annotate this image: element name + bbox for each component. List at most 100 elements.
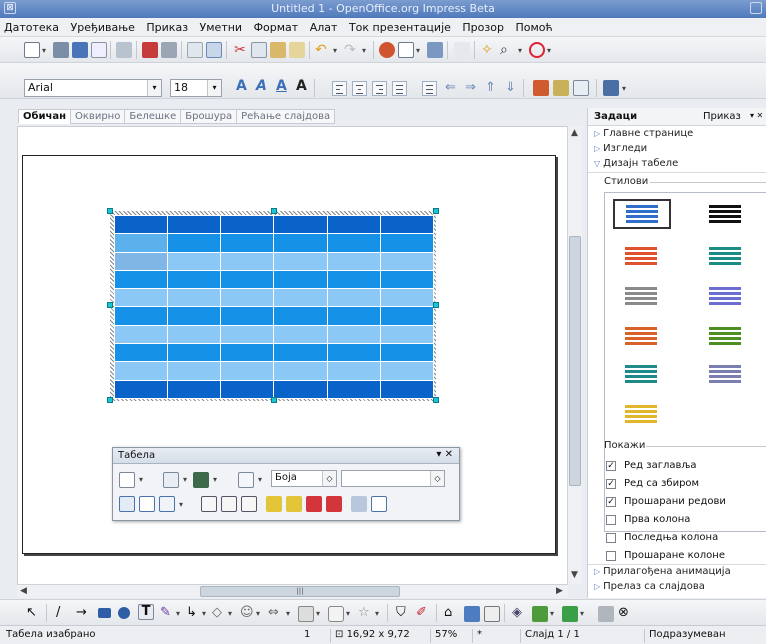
table-total-row[interactable]: [113, 379, 435, 400]
area-icon[interactable]: [603, 80, 619, 96]
stepper-icon[interactable]: ◇: [430, 471, 444, 486]
symbol-shapes-dropdown-icon[interactable]: ▾: [256, 609, 260, 618]
autospellcheck-icon[interactable]: [206, 42, 222, 58]
table-row[interactable]: [113, 288, 435, 308]
shadow-text-icon[interactable]: A: [236, 78, 247, 94]
vertical-scrollbar[interactable]: ▲ ▼: [567, 126, 582, 584]
arrow-up-icon[interactable]: ⇑: [485, 80, 496, 95]
basic-shapes-icon[interactable]: ◇: [212, 605, 222, 620]
resize-handle[interactable]: [271, 397, 277, 403]
menu-window[interactable]: Прозор: [458, 18, 508, 34]
section-table-design[interactable]: ▽ Дизајн табеле: [594, 158, 678, 169]
horizontal-scrollbar[interactable]: ◀ ||| ▶: [17, 584, 568, 598]
table-properties-icon[interactable]: [371, 496, 387, 512]
tab-normal[interactable]: Обичан: [18, 109, 72, 124]
flowchart-dropdown-icon[interactable]: ▾: [316, 609, 320, 618]
font-name-box[interactable]: Arial ▾: [24, 79, 162, 97]
table-row[interactable]: [113, 343, 435, 363]
checkbox-header-row[interactable]: ✓: [606, 461, 616, 471]
chevron-down-icon[interactable]: ▾: [207, 80, 221, 96]
chevron-down-icon[interactable]: ▾: [147, 80, 161, 96]
checkbox-banded-columns[interactable]: [606, 551, 616, 561]
clone-formatting-icon[interactable]: [289, 42, 305, 58]
table-dropdown-icon[interactable]: ▾: [416, 46, 420, 55]
shadow-icon[interactable]: [598, 606, 614, 622]
font-size-box[interactable]: 18 ▾: [170, 79, 222, 97]
chart-icon[interactable]: [379, 42, 395, 58]
new-dropdown-icon[interactable]: ▾: [42, 46, 46, 55]
fontwork-icon[interactable]: ⌂: [444, 605, 452, 620]
table-style-3[interactable]: [613, 243, 671, 273]
menu-edit[interactable]: Уређивање: [67, 18, 139, 34]
line-icon[interactable]: /: [56, 605, 60, 620]
connector-dropdown-icon[interactable]: ▾: [202, 609, 206, 618]
table-design-icon[interactable]: [351, 496, 367, 512]
checkbox-total-row[interactable]: ✓: [606, 479, 616, 489]
resize-handle[interactable]: [433, 397, 439, 403]
open-icon[interactable]: [53, 42, 69, 58]
table-insert-icon[interactable]: [119, 472, 135, 488]
section-slide-transition[interactable]: ▷ Прелаз са слајдова: [594, 581, 705, 592]
table-insert-dropdown-icon[interactable]: ▾: [139, 475, 143, 484]
menu-slideshow[interactable]: Ток презентације: [345, 18, 455, 34]
table-row[interactable]: [113, 269, 435, 290]
help-dropdown-icon[interactable]: ▾: [547, 46, 551, 55]
resize-handle[interactable]: [433, 208, 439, 214]
callouts-icon[interactable]: [328, 606, 344, 622]
tab-outline[interactable]: Оквирно: [70, 109, 126, 124]
underline-text-icon[interactable]: A: [276, 78, 287, 94]
glue-points-icon[interactable]: ✐: [416, 605, 427, 620]
vertical-scroll-thumb[interactable]: [569, 236, 581, 486]
menu-tools[interactable]: Алат: [306, 18, 342, 34]
help-icon[interactable]: [529, 42, 545, 58]
table-row[interactable]: [113, 251, 435, 271]
tab-handout[interactable]: Брошура: [180, 109, 238, 124]
print-icon[interactable]: [161, 42, 177, 58]
table-style-10[interactable]: [697, 361, 755, 391]
table-row[interactable]: [113, 233, 435, 253]
delete-row-icon[interactable]: [306, 496, 322, 512]
alignment-icon[interactable]: [532, 606, 548, 622]
merge-cells-icon[interactable]: [119, 496, 135, 512]
email-icon[interactable]: [91, 42, 107, 58]
table-style-4[interactable]: [697, 243, 755, 273]
table-style-6[interactable]: [697, 283, 755, 313]
optimize-icon[interactable]: [159, 496, 175, 512]
checkbox-first-column[interactable]: [606, 515, 616, 525]
window-control-icon[interactable]: [750, 2, 762, 14]
horizontal-scroll-thumb[interactable]: |||: [200, 586, 400, 597]
menu-file[interactable]: Датотека: [0, 18, 63, 34]
gallery-icon[interactable]: [484, 606, 500, 622]
table-row[interactable]: [113, 361, 435, 381]
arrow-down-icon[interactable]: ⇓: [505, 80, 516, 95]
table-row[interactable]: [113, 306, 435, 326]
cut-icon[interactable]: ✂: [232, 42, 248, 58]
rotate-icon[interactable]: ◈: [512, 605, 522, 620]
task-panel-view-dropdown-icon[interactable]: ▾ ✕: [750, 111, 763, 120]
status-zoom[interactable]: 57%: [430, 629, 468, 643]
area-style-select[interactable]: Боја ◇: [271, 470, 337, 487]
flowchart-icon[interactable]: [298, 606, 314, 622]
export-pdf-icon[interactable]: [142, 42, 158, 58]
character-icon[interactable]: [533, 80, 549, 96]
delete-column-icon[interactable]: [326, 496, 342, 512]
menu-insert[interactable]: Уметни: [196, 18, 247, 34]
menu-view[interactable]: Приказ: [142, 18, 192, 34]
arrow-left-icon[interactable]: ⇐: [445, 80, 456, 95]
bullets-icon[interactable]: [422, 81, 437, 96]
table-style-5[interactable]: [613, 283, 671, 313]
table-style-9[interactable]: [613, 361, 671, 391]
align-bottom-icon[interactable]: [241, 496, 257, 512]
table-style-2[interactable]: [697, 201, 755, 231]
insert-column-icon[interactable]: [286, 496, 302, 512]
window-menu-icon[interactable]: ⊠: [4, 2, 16, 14]
arrange-dropdown-icon[interactable]: ▾: [580, 609, 584, 618]
curve-dropdown-icon[interactable]: ▾: [176, 609, 180, 618]
split-cells-icon[interactable]: [139, 496, 155, 512]
align-left-icon[interactable]: [332, 81, 347, 96]
stepper-icon[interactable]: ◇: [322, 471, 336, 486]
table-style-8[interactable]: [697, 323, 755, 353]
insert-row-icon[interactable]: [266, 496, 282, 512]
close-icon[interactable]: ▾ ✕: [436, 449, 453, 460]
resize-handle[interactable]: [107, 397, 113, 403]
